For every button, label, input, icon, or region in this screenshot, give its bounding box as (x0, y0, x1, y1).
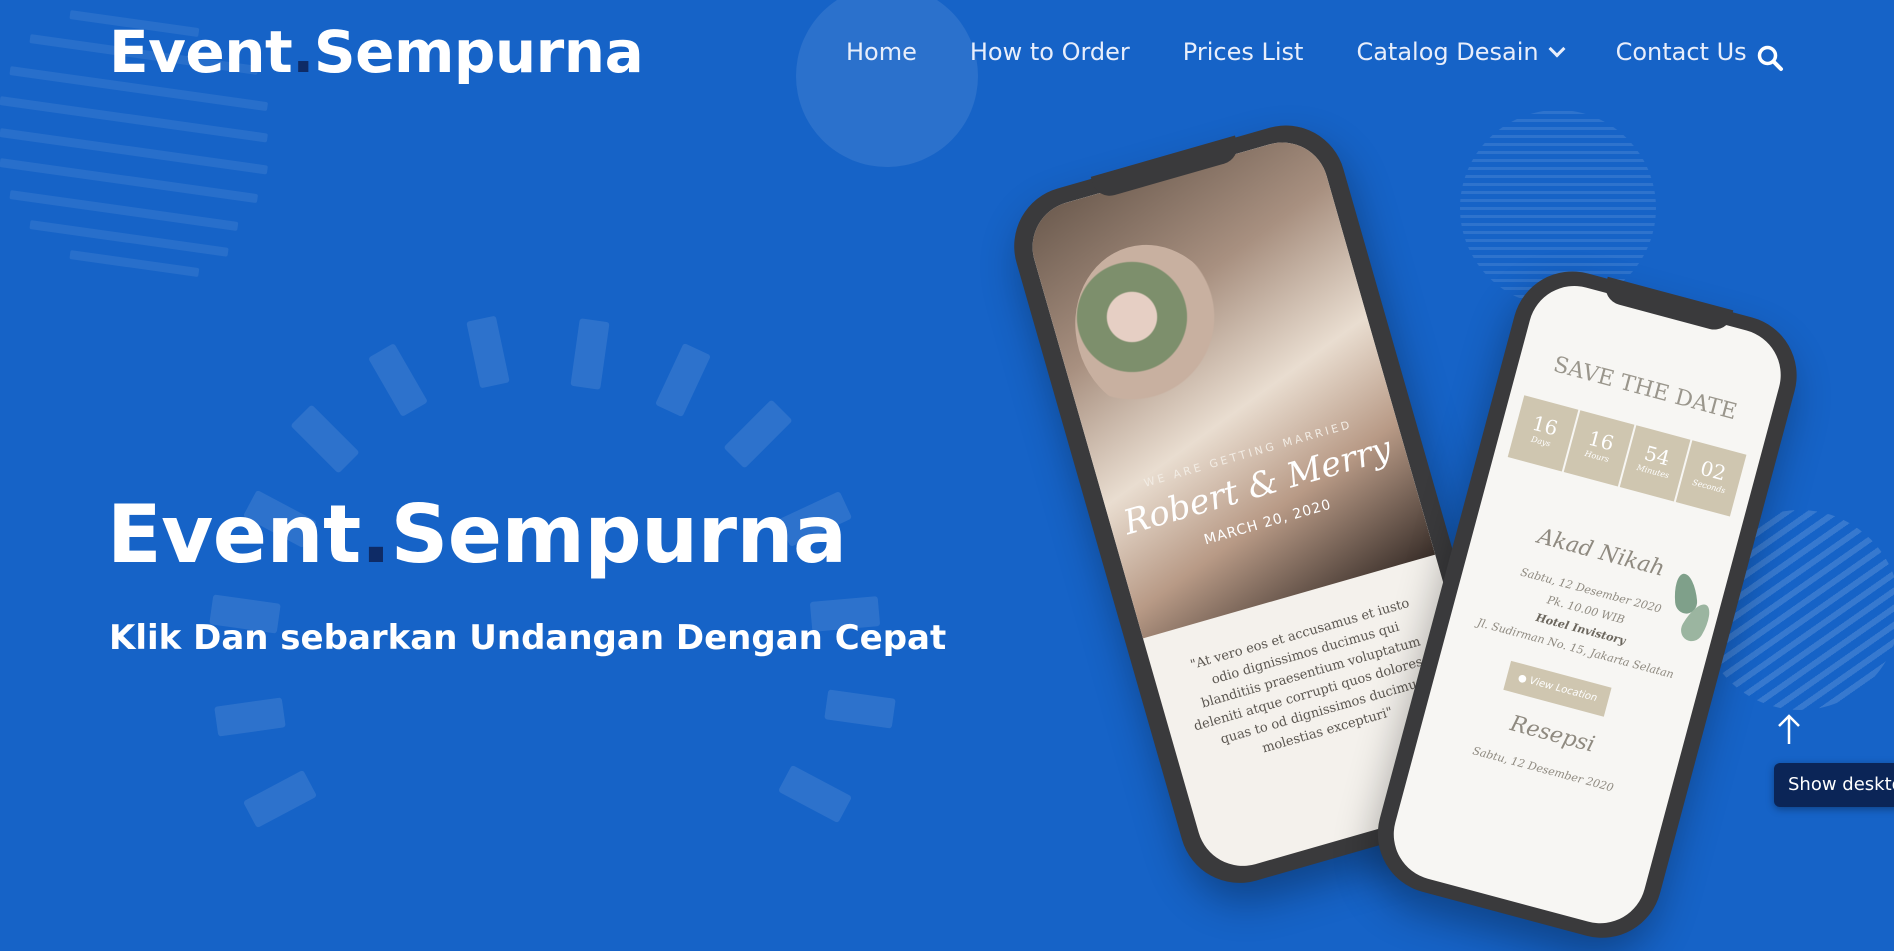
nav-how-to-order-label: How to Order (969, 38, 1130, 66)
nav-home-label: Home (846, 38, 917, 66)
phone-right-screen: SAVE THE DATE 16 Days 16 Hours 54 Minutes 0… (1383, 275, 1792, 934)
nav-prices-list-label: Prices List (1182, 38, 1304, 66)
view-location-button[interactable]: ● View Location (1503, 660, 1612, 717)
logo-part1: Event (109, 18, 293, 86)
main-nav: Home How to Order Prices List Catalog De… (846, 38, 1800, 66)
nav-prices-list[interactable]: Prices List (1183, 38, 1304, 66)
wedding-photo (1021, 131, 1436, 639)
nav-how-to-order[interactable]: How to Order (970, 38, 1130, 66)
hero-title-part1: Event (107, 488, 361, 581)
nav-home[interactable]: Home (846, 38, 917, 66)
nav-contact-us[interactable]: Contact Us (1616, 38, 1747, 66)
chevron-down-icon (1548, 40, 1566, 58)
nav-contact-us-label: Contact Us (1615, 38, 1747, 66)
logo-dot: . (292, 18, 314, 86)
view-location-label: View Location (1528, 675, 1599, 705)
logo-part2: Sempurna (313, 18, 644, 86)
search-icon[interactable] (1756, 44, 1784, 72)
hero-subtitle: Klik Dan sebarkan Undangan Dengan Cepat (109, 618, 947, 658)
nav-catalog-desain[interactable]: Catalog Desain (1356, 38, 1566, 66)
nav-catalog-desain-label: Catalog Desain (1356, 38, 1539, 66)
hero-title: Event.Sempurna (107, 488, 847, 581)
show-desktop-button[interactable]: Show desktop (1774, 763, 1894, 807)
arrow-up-icon[interactable] (1774, 712, 1804, 748)
bouquet-image (1055, 226, 1247, 432)
site-logo[interactable]: Event.Sempurna (109, 18, 644, 86)
hero-title-dot: . (360, 488, 391, 581)
hero-title-part2: Sempurna (390, 488, 847, 581)
